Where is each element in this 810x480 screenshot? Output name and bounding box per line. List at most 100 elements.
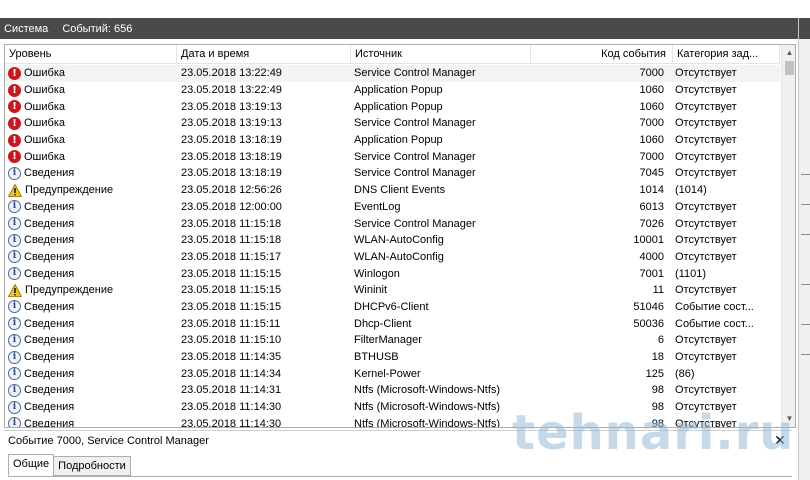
category-cell: (1101) (675, 267, 706, 280)
close-icon[interactable]: ✕ (770, 430, 790, 450)
code-cell: 1060 (639, 84, 664, 97)
source-cell: FilterManager (354, 334, 422, 347)
date-cell: 23.05.2018 13:19:13 (181, 117, 282, 130)
event-detail-title: Событие 7000, Service Control Manager (4, 430, 792, 450)
level-cell: Предупреждение (5, 283, 177, 297)
tab-details[interactable]: Подробности (53, 456, 131, 476)
table-row[interactable]: ! Ошибка 23.05.2018 13:19:13 Service Contro… (5, 115, 780, 132)
category-cell: Отсутствует (675, 284, 737, 297)
level-cell: i Сведения (5, 417, 177, 427)
date-cell: 23.05.2018 13:18:19 (181, 134, 282, 147)
table-row[interactable]: i Сведения 23.05.2018 11:14:34 Kernel-Power… (5, 365, 780, 382)
tab-general[interactable]: Общие (8, 454, 55, 476)
table-row[interactable]: ! Ошибка 23.05.2018 13:22:49 Application Po… (5, 82, 780, 99)
level-cell: ! Ошибка (5, 83, 177, 97)
code-cell: 7001 (639, 267, 664, 280)
table-row[interactable]: i Сведения 23.05.2018 13:18:19 Service Cont… (5, 165, 780, 182)
table-row[interactable]: i Сведения 23.05.2018 11:15:18 Service Cont… (5, 215, 780, 232)
table-row[interactable]: i Сведения 23.05.2018 11:15:11 Dhcp-Client 5… (5, 315, 780, 332)
level-cell: i Сведения (5, 367, 177, 381)
table-row[interactable]: ! Ошибка 23.05.2018 13:19:13 Application Po… (5, 98, 780, 115)
level-cell: i Сведения (5, 233, 177, 247)
level-label: Сведения (24, 250, 75, 263)
table-row[interactable]: ! Ошибка 23.05.2018 13:18:19 Application Po… (5, 132, 780, 149)
category-cell: Отсутствует (675, 100, 737, 113)
table-row[interactable]: i Сведения 23.05.2018 11:15:18 WLAN-AutoCon… (5, 232, 780, 249)
table-row[interactable]: i Сведения 23.05.2018 11:15:10 FilterManage… (5, 332, 780, 349)
source-cell: Service Control Manager (354, 217, 476, 230)
date-cell: 23.05.2018 11:15:18 (181, 234, 282, 247)
level-label: Сведения (24, 334, 75, 347)
column-header-category[interactable]: Категория зад... (673, 45, 780, 64)
source-cell: DNS Client Events (354, 184, 446, 197)
code-cell: 1014 (639, 184, 664, 197)
date-cell: 23.05.2018 13:22:49 (181, 67, 282, 80)
table-row[interactable]: i Сведения 23.05.2018 11:15:17 WLAN-AutoCon… (5, 249, 780, 266)
date-cell: 23.05.2018 13:22:49 (181, 84, 282, 97)
table-row[interactable]: i Сведения 23.05.2018 11:14:30 Ntfs (Micros… (5, 415, 780, 428)
source-cell: WLAN-AutoConfig (354, 250, 444, 263)
code-cell: 4000 (639, 250, 664, 263)
column-header-date[interactable]: Дата и время (177, 45, 351, 64)
level-label: Ошибка (24, 134, 65, 147)
log-header: Система Событий: 656 (0, 18, 798, 39)
category-cell: Отсутствует (675, 351, 737, 364)
event-list[interactable]: Уровень Дата и время Источник Код событи… (4, 44, 796, 428)
date-cell: 23.05.2018 13:18:19 (181, 150, 282, 163)
date-cell: 23.05.2018 11:14:34 (181, 367, 282, 380)
error-icon: ! (8, 150, 21, 164)
category-cell: Отсутствует (675, 217, 737, 230)
vertical-scrollbar[interactable]: ▲ ▼ (781, 45, 795, 427)
table-row[interactable]: i Сведения 23.05.2018 11:15:15 DHCPv6-Clien… (5, 299, 780, 316)
column-header-level[interactable]: Уровень (5, 45, 177, 64)
level-label: Сведения (24, 167, 75, 180)
table-row[interactable]: i Сведения 23.05.2018 11:14:35 BTHUSB 18 Отсу… (5, 349, 780, 366)
date-cell: 23.05.2018 12:00:00 (181, 200, 282, 213)
level-cell: i Сведения (5, 317, 177, 331)
column-header-source[interactable]: Источник (351, 45, 531, 64)
table-row[interactable]: i Сведения 23.05.2018 11:14:31 Ntfs (Micros… (5, 382, 780, 399)
level-cell: i Сведения (5, 267, 177, 281)
table-row[interactable]: i Сведения 23.05.2018 11:15:15 Winlogon 7001… (5, 265, 780, 282)
scroll-down-arrow[interactable]: ▼ (782, 411, 795, 426)
date-cell: 23.05.2018 11:15:15 (181, 300, 282, 313)
error-icon: ! (8, 66, 21, 80)
date-cell: 23.05.2018 13:19:13 (181, 100, 282, 113)
level-label: Сведения (24, 401, 75, 414)
level-cell: i Сведения (5, 250, 177, 264)
level-label: Ошибка (24, 150, 65, 163)
category-cell: Событие сост... (675, 317, 754, 330)
scroll-up-arrow[interactable]: ▲ (782, 45, 795, 60)
code-cell: 125 (645, 367, 664, 380)
scroll-thumb[interactable] (785, 61, 794, 75)
table-row[interactable]: Предупреждение 23.05.2018 12:56:26 DNS Cli… (5, 182, 780, 199)
date-cell: 23.05.2018 11:15:18 (181, 217, 282, 230)
event-detail-pane: Событие 7000, Service Control Manager ✕ … (4, 430, 792, 480)
code-cell: 7026 (639, 217, 664, 230)
info-icon: i (8, 166, 21, 180)
code-cell: 1060 (639, 134, 664, 147)
info-icon: i (8, 300, 21, 314)
table-row[interactable]: i Сведения 23.05.2018 12:00:00 EventLog 6013… (5, 199, 780, 216)
category-cell: Отсутствует (675, 417, 737, 428)
source-cell: Ntfs (Microsoft-Windows-Ntfs) (354, 417, 501, 428)
date-cell: 23.05.2018 11:15:11 (181, 317, 281, 330)
source-cell: Service Control Manager (354, 67, 476, 80)
table-row[interactable]: ! Ошибка 23.05.2018 13:18:19 Service Contro… (5, 148, 780, 165)
source-cell: Kernel-Power (354, 367, 421, 380)
warning-icon (8, 283, 22, 297)
info-icon: i (8, 267, 21, 281)
source-cell: Ntfs (Microsoft-Windows-Ntfs) (354, 384, 501, 397)
table-row[interactable]: ! Ошибка 23.05.2018 13:22:49 Service Contro… (5, 65, 780, 82)
table-row[interactable]: Предупреждение 23.05.2018 11:15:15 Wininit… (5, 282, 780, 299)
category-cell: Отсутствует (675, 234, 737, 247)
source-cell: WLAN-AutoConfig (354, 234, 444, 247)
table-row[interactable]: i Сведения 23.05.2018 11:14:30 Ntfs (Micros… (5, 399, 780, 416)
detail-tabs: Общие Подробности (8, 454, 131, 476)
level-cell: i Сведения (5, 200, 177, 214)
date-cell: 23.05.2018 11:14:35 (181, 351, 282, 364)
category-cell: Отсутствует (675, 401, 737, 414)
level-cell: i Сведения (5, 300, 177, 314)
category-cell: Отсутствует (675, 167, 737, 180)
column-header-code[interactable]: Код события (531, 45, 673, 64)
